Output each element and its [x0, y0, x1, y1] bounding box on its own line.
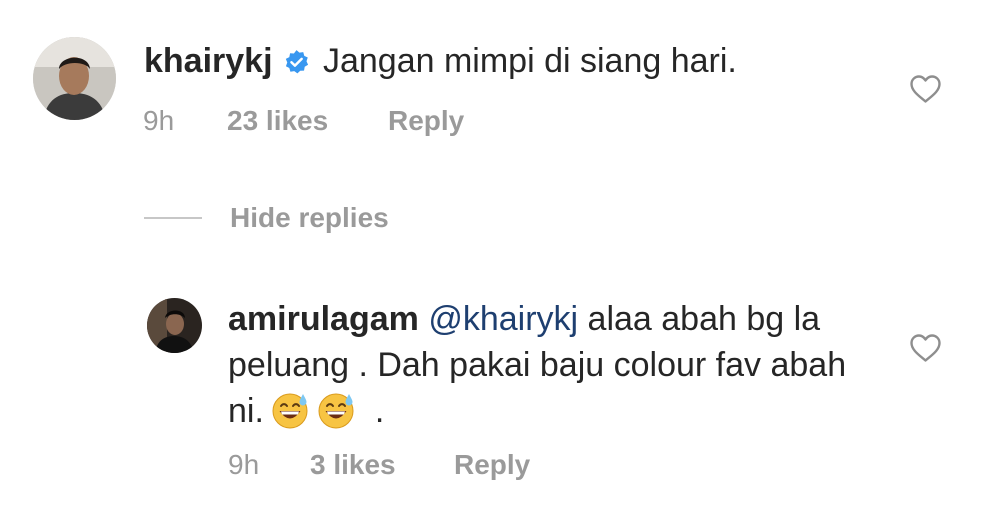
reply-username[interactable]: amirulagam [228, 300, 419, 338]
grinning-sweat-emoji-icon [270, 390, 310, 430]
hide-replies-label: Hide replies [230, 202, 389, 233]
comment-reply-button[interactable]: Reply [388, 105, 464, 137]
comment-username[interactable]: khairykj [144, 42, 273, 80]
heart-icon[interactable] [909, 74, 942, 104]
comment-likes-link[interactable]: 23 likes [227, 105, 388, 137]
reply-meta: 9h 3 likes Reply [228, 449, 530, 481]
reply-likes-link[interactable]: 3 likes [310, 449, 454, 481]
comment-meta: 9h 23 likes Reply [143, 105, 464, 137]
hide-replies-button[interactable]: Hide replies [144, 202, 389, 234]
comment-time: 9h [143, 105, 175, 136]
commenter-avatar[interactable] [33, 37, 116, 120]
reply-body: amirulagam @khairykj alaa abah bg la pel… [228, 296, 888, 434]
reply-trailing-text: . [374, 392, 385, 430]
reply-avatar[interactable] [147, 298, 202, 353]
replies-divider [144, 217, 202, 219]
comment-text: Jangan mimpi di siang hari. [322, 42, 737, 80]
heart-icon[interactable] [909, 333, 942, 363]
reply-mention-link[interactable]: @khairykj [428, 300, 578, 338]
reply-reply-button[interactable]: Reply [454, 449, 530, 481]
verified-badge-icon [283, 42, 310, 74]
reply-time: 9h [228, 449, 260, 480]
grinning-sweat-emoji-icon [316, 390, 356, 430]
comment-body: khairykj Jangan mimpi di siang hari. [144, 38, 884, 84]
